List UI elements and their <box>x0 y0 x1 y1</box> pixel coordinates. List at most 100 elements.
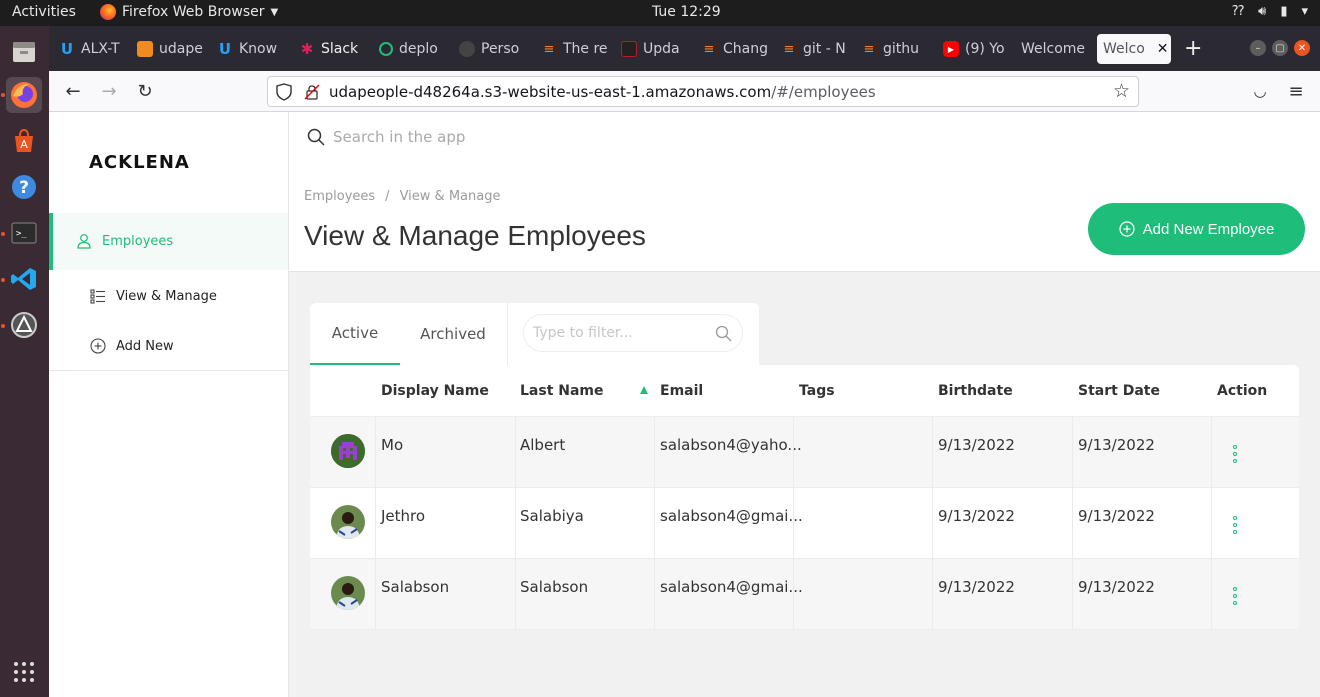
udacity-icon: U <box>60 40 74 58</box>
divider <box>1211 559 1212 630</box>
add-new-employee-button[interactable]: Add New Employee <box>1088 203 1305 255</box>
system-tray[interactable]: ⁇ 🔊︎ ▮ ▾ <box>1232 4 1308 19</box>
bookmark-star-icon[interactable]: ☆ <box>1113 80 1130 102</box>
browser-tab[interactable]: ≡ Chang <box>695 34 767 64</box>
column-header-display-name[interactable]: Display Name <box>381 383 489 399</box>
table-row[interactable]: Jethro Salabiya salabson4@gmai... 9/13/2… <box>310 488 1299 559</box>
activities-button[interactable]: Activities <box>12 4 76 20</box>
browser-tab[interactable]: ▶ (9) Yo <box>937 34 1013 64</box>
row-actions-kebab-icon[interactable] <box>1232 516 1238 534</box>
tracking-shield-icon[interactable] <box>276 83 292 101</box>
insecure-lock-icon[interactable] <box>304 84 320 100</box>
maximize-icon[interactable]: ▢ <box>1272 40 1288 56</box>
divider <box>375 488 376 559</box>
browser-tab-label: Chang <box>723 41 767 57</box>
browser-tab[interactable]: Welcome <box>1015 34 1091 64</box>
pocket-icon[interactable]: ◡ <box>1248 79 1272 103</box>
avatar <box>331 434 365 468</box>
table-header: Display Name Last Name Email Tags Birthd… <box>310 365 1299 417</box>
terminal-icon[interactable]: >_ <box>6 215 42 251</box>
divider <box>515 559 516 630</box>
breadcrumb: Employees / View & Manage <box>304 189 500 204</box>
divider <box>932 417 933 488</box>
browser-tab[interactable]: udape <box>131 34 203 64</box>
table-row[interactable]: Salabson Salabson salabson4@gmai... 9/13… <box>310 559 1299 630</box>
browser-tab[interactable]: ≡ git - N <box>775 34 847 64</box>
files-icon[interactable] <box>6 34 42 70</box>
breadcrumb-item[interactable]: View & Manage <box>400 189 501 204</box>
cell-last-name: Salabson <box>520 578 589 596</box>
running-indicator <box>1 278 5 282</box>
divider <box>1211 488 1212 559</box>
running-indicator <box>1 324 5 328</box>
pixel-avatar-icon <box>331 434 365 468</box>
browser-tab[interactable]: ≡ The re <box>535 34 607 64</box>
cell-email: salabson4@gmai... <box>660 578 803 596</box>
running-indicator <box>1 93 5 97</box>
url-bar[interactable]: udapeople-d48264a.s3-website-us-east-1.a… <box>267 76 1139 107</box>
divider <box>932 559 933 630</box>
divider <box>49 370 288 371</box>
column-header-email[interactable]: Email <box>660 383 703 399</box>
minimize-icon[interactable]: – <box>1250 40 1266 56</box>
browser-tab-label: (9) Yo <box>965 41 1005 57</box>
row-actions-kebab-icon[interactable] <box>1232 445 1238 463</box>
browser-tab[interactable]: ≡ githu <box>855 34 927 64</box>
close-window-icon[interactable]: ✕ <box>1294 40 1310 56</box>
breadcrumb-item[interactable]: Employees <box>304 189 375 204</box>
browser-tab-label: Upda <box>643 41 680 57</box>
cell-birthdate: 9/13/2022 <box>938 436 1015 454</box>
row-actions-kebab-icon[interactable] <box>1232 587 1238 605</box>
forward-arrow-icon[interactable]: → <box>97 79 121 103</box>
dock: A ? >_ <box>0 26 49 697</box>
tab-strip: U ALX-T udape U Know ✱ Slack deplo Perso… <box>49 26 1320 71</box>
browser-tab[interactable]: Upda <box>615 34 687 64</box>
filter-input[interactable]: Type to filter... <box>523 314 743 352</box>
new-tab-icon[interactable]: + <box>1184 36 1202 61</box>
updater-icon[interactable] <box>6 307 42 343</box>
window-controls: – ▢ ✕ <box>1250 40 1310 56</box>
back-arrow-icon[interactable]: ← <box>61 79 85 103</box>
sort-ascending-icon[interactable] <box>640 386 648 394</box>
clock[interactable]: Tue 12:29 <box>652 4 721 20</box>
software-center-icon[interactable]: A <box>6 123 42 159</box>
help-icon[interactable]: ? <box>6 169 42 205</box>
tab-archived[interactable]: Archived <box>410 303 496 365</box>
browser-tab[interactable]: ✱ Slack <box>293 34 365 64</box>
browser-tab[interactable]: U Know <box>211 34 283 64</box>
app-search[interactable]: Search in the app <box>307 128 465 146</box>
table-row[interactable]: Mo Albert salabson4@yaho... 9/13/2022 9/… <box>310 417 1299 488</box>
divider <box>793 488 794 559</box>
firefox-icon[interactable] <box>6 77 42 113</box>
browser-tab[interactable]: deplo <box>373 34 445 64</box>
divider <box>1211 417 1212 488</box>
cell-display-name: Mo <box>381 436 404 454</box>
divider <box>1072 488 1073 559</box>
reload-icon[interactable]: ↻ <box>133 79 157 103</box>
column-header-start-date[interactable]: Start Date <box>1078 383 1160 399</box>
cell-display-name: Salabson <box>381 578 450 596</box>
vscode-icon[interactable] <box>6 261 42 297</box>
browser-tab-label: Perso <box>481 41 520 57</box>
browser-tab[interactable]: Perso <box>453 34 525 64</box>
sidebar-item-add-new[interactable]: Add New <box>90 338 174 354</box>
sidebar-item-employees[interactable]: Employees <box>76 233 173 249</box>
browser-tab-label: git - N <box>803 41 846 57</box>
sidebar-item-view-manage[interactable]: View & Manage <box>90 288 217 304</box>
close-tab-icon[interactable]: ✕ <box>1157 41 1169 57</box>
column-header-tags[interactable]: Tags <box>799 383 835 399</box>
youtube-icon: ▶ <box>943 41 959 57</box>
hamburger-menu-icon[interactable]: ≡ <box>1284 79 1308 103</box>
browser-tab-active[interactable]: Welco ✕ <box>1097 34 1171 64</box>
tab-active[interactable]: Active <box>310 303 400 365</box>
app-menu[interactable]: Firefox Web Browser ▼ <box>100 4 278 20</box>
network-icon: ⁇ <box>1232 4 1245 19</box>
divider <box>515 488 516 559</box>
cell-start-date: 9/13/2022 <box>1078 436 1155 454</box>
column-header-last-name[interactable]: Last Name <box>520 383 604 399</box>
sidebar-item-label: Employees <box>102 233 174 249</box>
browser-tab[interactable]: U ALX-T <box>53 34 125 64</box>
search-icon <box>715 325 732 342</box>
column-header-birthdate[interactable]: Birthdate <box>938 383 1013 399</box>
show-apps-icon[interactable] <box>6 654 42 690</box>
